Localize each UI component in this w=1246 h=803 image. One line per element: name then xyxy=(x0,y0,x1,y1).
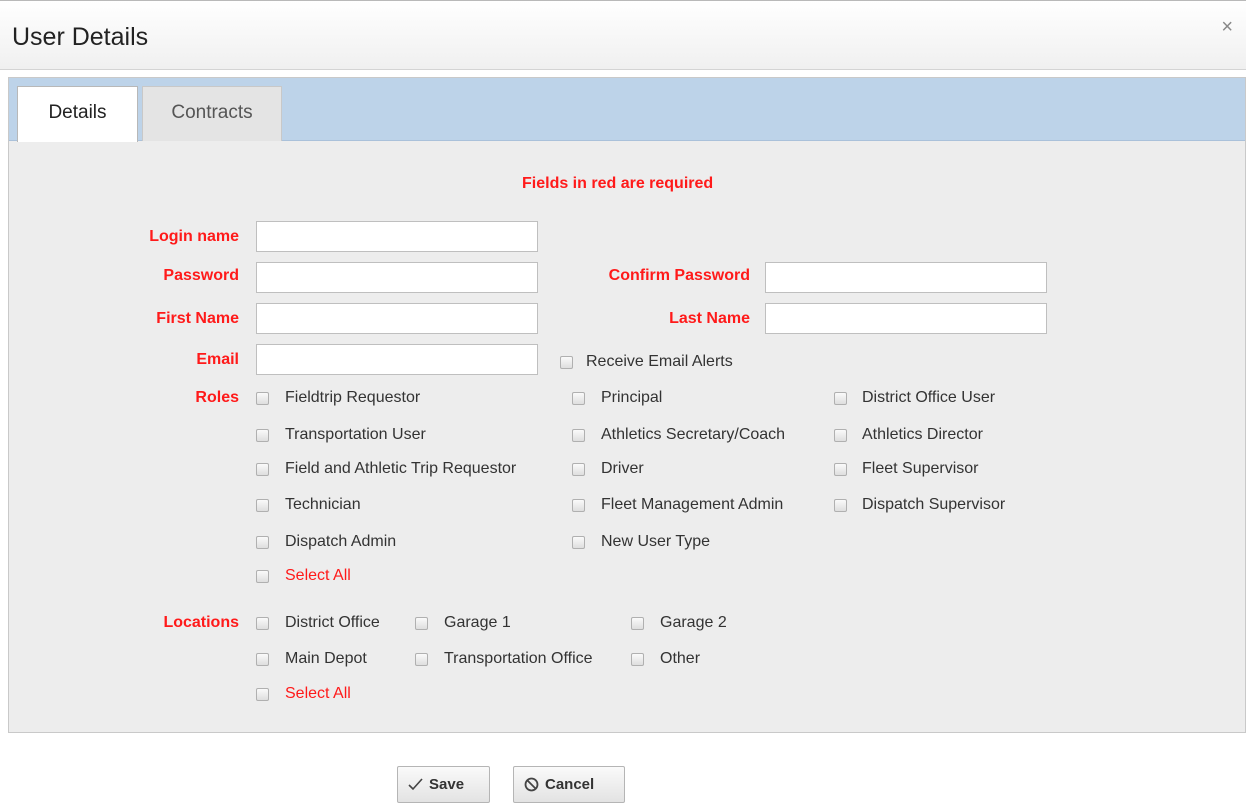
roles-label: Roles xyxy=(195,389,239,406)
first-name-input[interactable] xyxy=(256,303,538,334)
role-checkbox[interactable] xyxy=(834,463,847,476)
last-name-input[interactable] xyxy=(765,303,1047,334)
role-label[interactable]: District Office User xyxy=(862,389,995,407)
role-label[interactable]: Fleet Management Admin xyxy=(601,496,783,514)
location-label[interactable]: Transportation Office xyxy=(444,650,593,668)
checkmark-icon xyxy=(408,778,423,791)
password-input[interactable] xyxy=(256,262,538,293)
role-label[interactable]: Fleet Supervisor xyxy=(862,460,979,478)
receive-email-alerts-label[interactable]: Receive Email Alerts xyxy=(586,353,733,371)
role-checkbox[interactable] xyxy=(572,392,585,405)
details-panel: Details Contracts Fields in red are requ… xyxy=(8,77,1246,733)
required-fields-note: Fields in red are required xyxy=(522,175,714,192)
tab-contracts[interactable]: Contracts xyxy=(142,86,282,141)
location-label[interactable]: Main Depot xyxy=(285,650,367,668)
receive-email-alerts-checkbox[interactable] xyxy=(560,356,573,369)
last-name-label: Last Name xyxy=(669,310,750,327)
save-button[interactable]: Save xyxy=(397,766,490,803)
role-checkbox[interactable] xyxy=(256,429,269,442)
roles-select-all-label[interactable]: Select All xyxy=(285,567,351,585)
role-label[interactable]: Athletics Secretary/Coach xyxy=(601,426,785,444)
cancel-button-label: Cancel xyxy=(545,776,595,793)
role-label[interactable]: Transportation User xyxy=(285,426,426,444)
role-checkbox[interactable] xyxy=(572,429,585,442)
location-checkbox[interactable] xyxy=(415,617,428,630)
roles-select-all-checkbox[interactable] xyxy=(256,570,269,583)
role-checkbox[interactable] xyxy=(256,463,269,476)
locations-select-all-checkbox[interactable] xyxy=(256,688,269,701)
role-label[interactable]: Technician xyxy=(285,496,361,514)
location-checkbox[interactable] xyxy=(415,653,428,666)
location-label[interactable]: District Office xyxy=(285,614,380,632)
tab-bar: Details Contracts xyxy=(9,78,1245,142)
role-label[interactable]: Field and Athletic Trip Requestor xyxy=(285,460,516,478)
role-checkbox[interactable] xyxy=(256,536,269,549)
role-checkbox[interactable] xyxy=(256,499,269,512)
password-label: Password xyxy=(163,267,239,284)
login-name-label: Login name xyxy=(149,228,239,245)
location-checkbox[interactable] xyxy=(256,617,269,630)
role-checkbox[interactable] xyxy=(572,536,585,549)
tab-details[interactable]: Details xyxy=(17,86,138,142)
role-checkbox[interactable] xyxy=(572,499,585,512)
dialog-header: User Details × xyxy=(0,0,1246,70)
save-button-label: Save xyxy=(429,776,465,793)
location-checkbox[interactable] xyxy=(256,653,269,666)
location-label[interactable]: Other xyxy=(660,650,700,668)
role-label[interactable]: New User Type xyxy=(601,533,710,551)
location-label[interactable]: Garage 2 xyxy=(660,614,727,632)
locations-select-all-label[interactable]: Select All xyxy=(285,685,351,703)
role-checkbox[interactable] xyxy=(572,463,585,476)
role-label[interactable]: Fieldtrip Requestor xyxy=(285,389,420,407)
location-checkbox[interactable] xyxy=(631,653,644,666)
email-label: Email xyxy=(196,351,239,368)
first-name-label: First Name xyxy=(156,310,239,327)
role-label[interactable]: Athletics Director xyxy=(862,426,983,444)
role-checkbox[interactable] xyxy=(834,499,847,512)
role-label[interactable]: Driver xyxy=(601,460,644,478)
close-icon[interactable]: × xyxy=(1221,17,1233,37)
confirm-password-input[interactable] xyxy=(765,262,1047,293)
location-label[interactable]: Garage 1 xyxy=(444,614,511,632)
locations-label: Locations xyxy=(163,614,239,631)
email-input[interactable] xyxy=(256,344,538,375)
role-label[interactable]: Dispatch Admin xyxy=(285,533,396,551)
location-checkbox[interactable] xyxy=(631,617,644,630)
login-name-input[interactable] xyxy=(256,221,538,252)
cancel-button[interactable]: Cancel xyxy=(513,766,625,803)
role-checkbox[interactable] xyxy=(256,392,269,405)
dialog-title: User Details xyxy=(12,23,149,51)
confirm-password-label: Confirm Password xyxy=(608,267,750,284)
role-label[interactable]: Principal xyxy=(601,389,662,407)
cancel-circle-icon xyxy=(524,777,539,792)
role-label[interactable]: Dispatch Supervisor xyxy=(862,496,1005,514)
role-checkbox[interactable] xyxy=(834,392,847,405)
role-checkbox[interactable] xyxy=(834,429,847,442)
